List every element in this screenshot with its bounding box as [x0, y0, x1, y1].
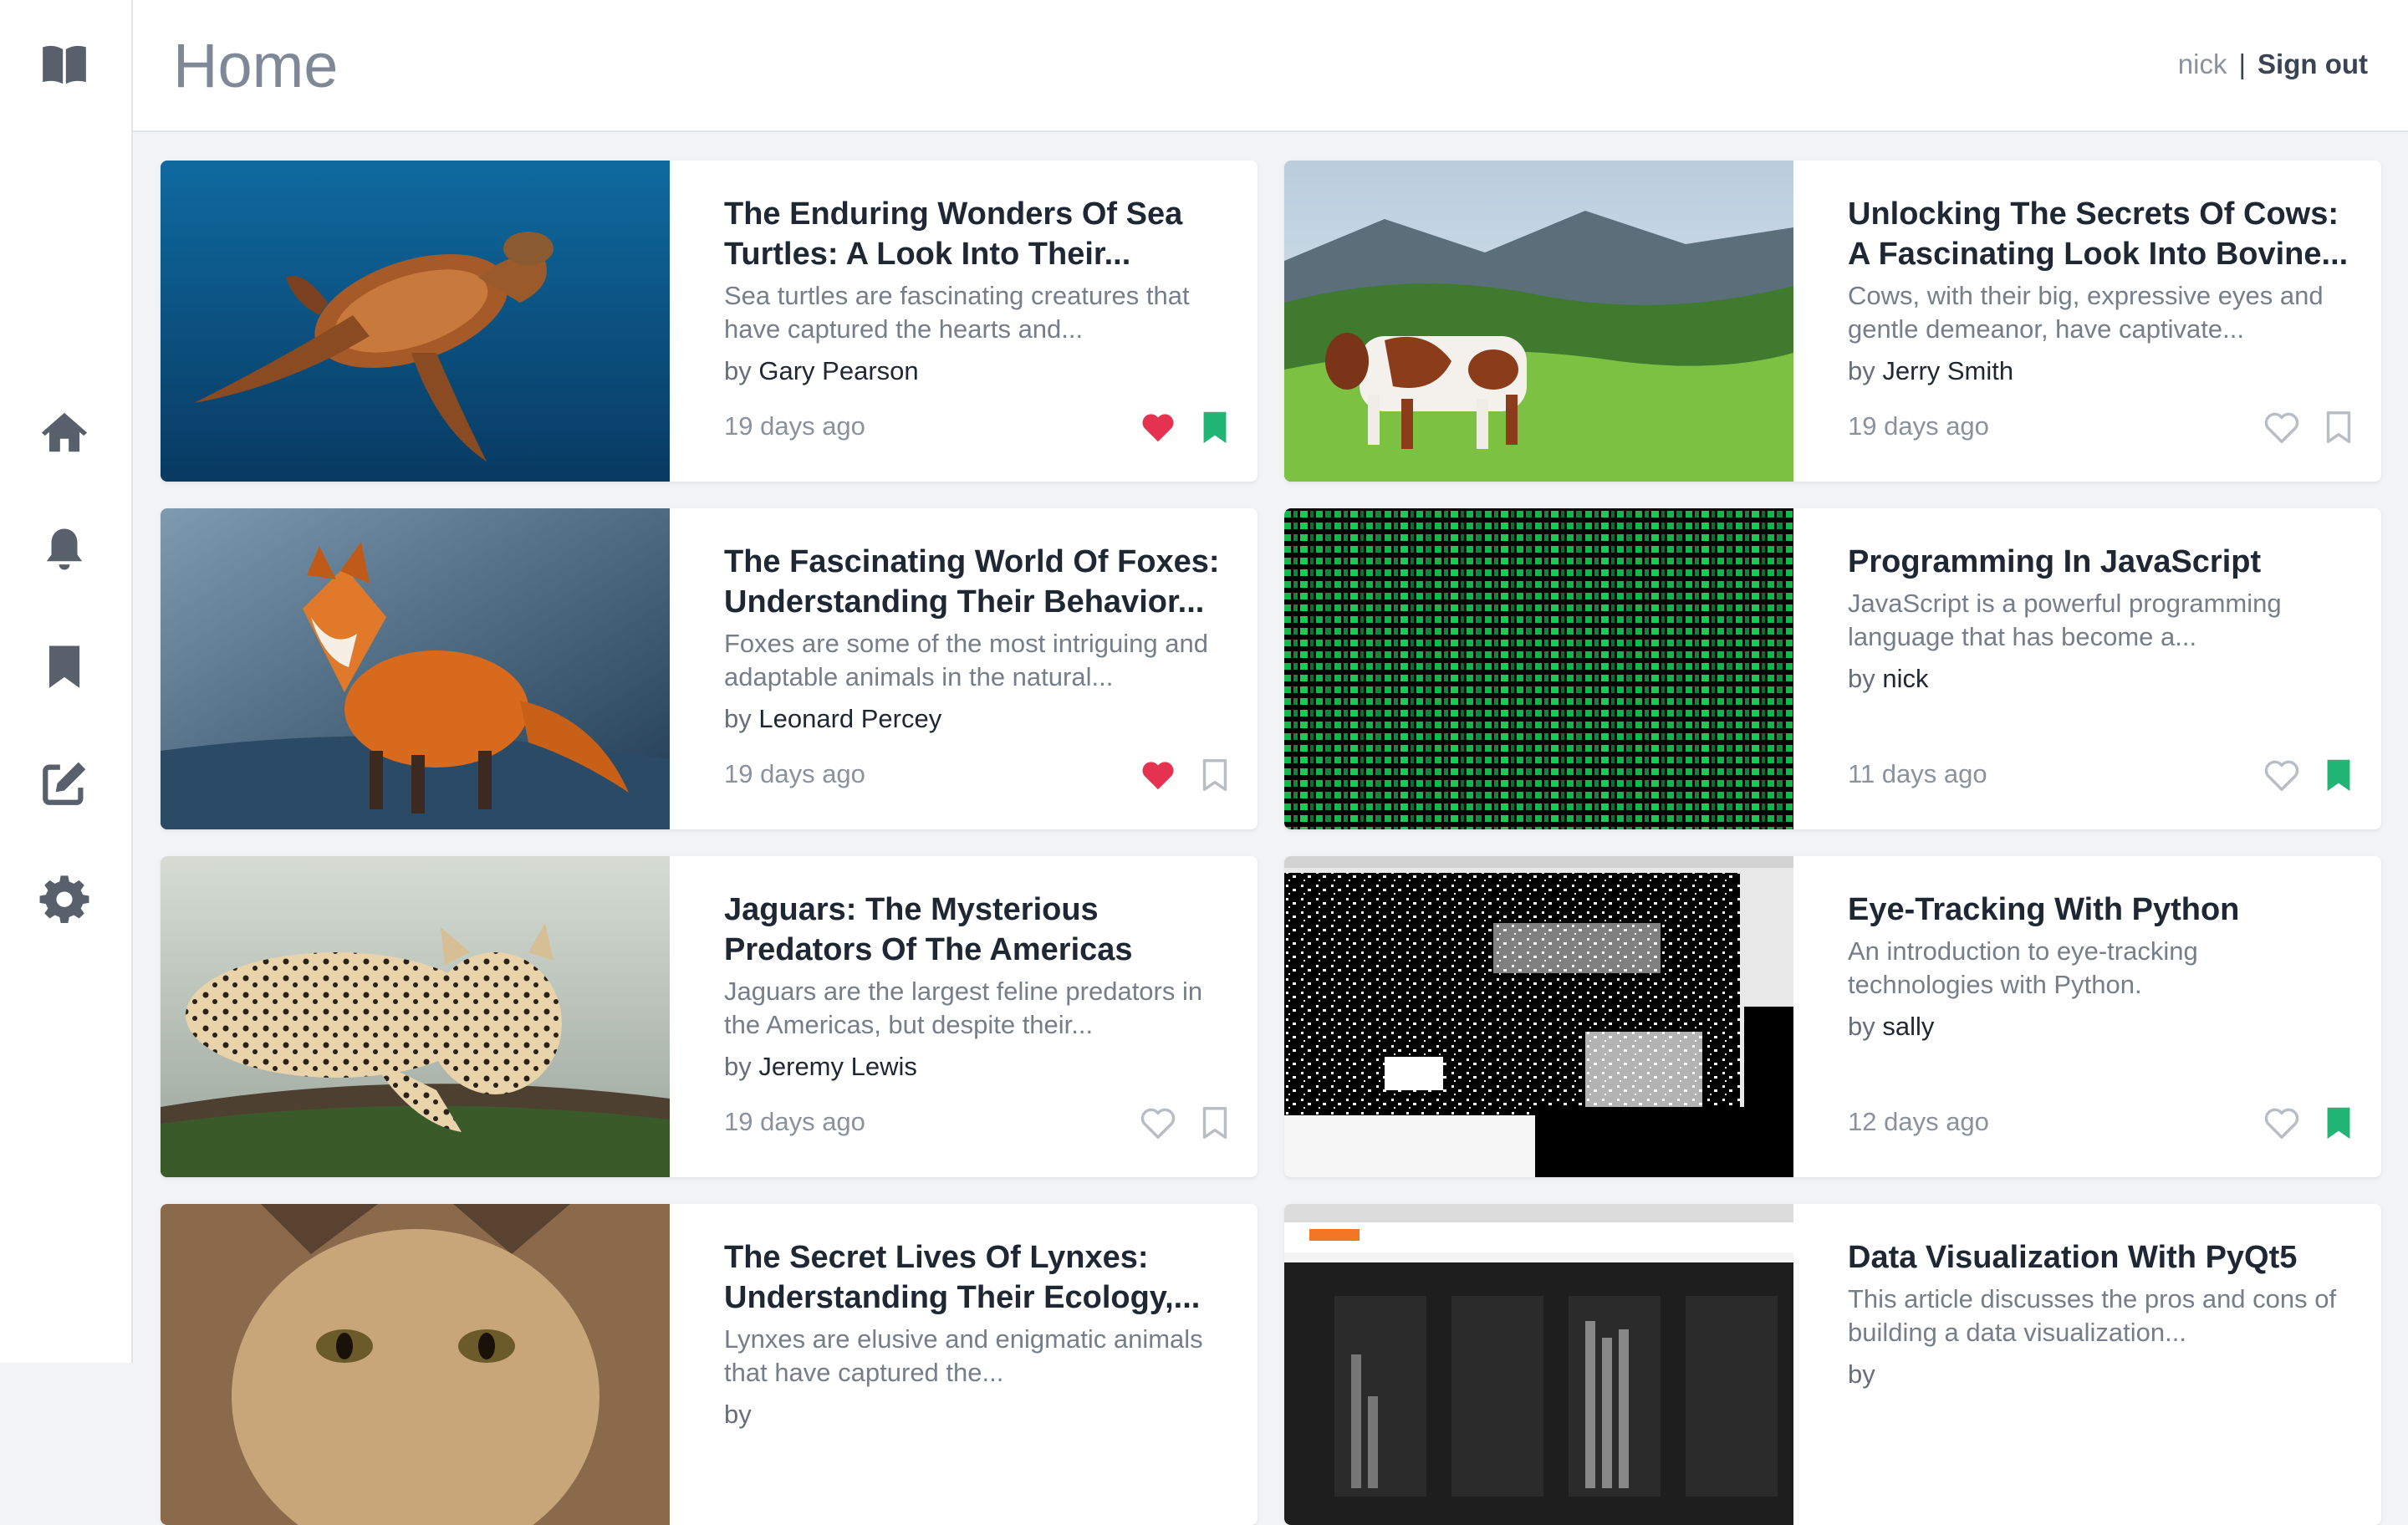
article-date: 11 days ago	[1848, 759, 1987, 788]
article-title[interactable]: Programming In JavaScript	[1848, 542, 2349, 582]
article-card[interactable]: Data Visualization With PyQt5 This artic…	[1284, 1204, 2381, 1525]
sidebar	[0, 0, 133, 1363]
article-date: 19 days ago	[724, 1107, 865, 1136]
article-author[interactable]: Jeremy Lewis	[758, 1052, 917, 1081]
article-date: 19 days ago	[724, 411, 865, 441]
by-label: by	[724, 704, 752, 733]
article-author[interactable]: Jerry Smith	[1882, 356, 2013, 385]
article-date: 12 days ago	[1848, 1107, 1989, 1136]
gear-icon[interactable]	[38, 875, 90, 926]
article-byline: by Leonard Percey	[724, 702, 1226, 736]
bookmark-icon[interactable]	[1196, 408, 1234, 446]
article-byline: by Jerry Smith	[1848, 354, 2349, 388]
by-label: by	[724, 1052, 752, 1081]
page-title: Home	[173, 31, 339, 100]
article-card[interactable]: Programming In JavaScript JavaScript is …	[1284, 508, 2381, 829]
article-excerpt: This article discusses the pros and cons…	[1848, 1284, 2337, 1347]
heart-outline-icon[interactable]	[2263, 756, 2301, 794]
bookmark-outline-icon[interactable]	[1196, 756, 1234, 794]
by-label: by	[724, 1400, 752, 1429]
article-title[interactable]: Jaguars: The Mysterious Predators Of The…	[724, 890, 1226, 970]
article-byline: by Jeremy Lewis	[724, 1050, 1226, 1084]
edit-icon[interactable]	[38, 757, 90, 809]
article-excerpt: An introduction to eye-tracking technolo…	[1848, 936, 2198, 999]
article-image[interactable]	[1284, 161, 1793, 482]
by-label: by	[724, 356, 752, 385]
article-excerpt: JavaScript is a powerful programming lan…	[1848, 589, 2282, 651]
bookmark-icon[interactable]	[38, 640, 90, 692]
article-excerpt: Sea turtles are fascinating creatures th…	[724, 281, 1190, 344]
article-image[interactable]	[161, 508, 670, 829]
heart-icon[interactable]	[1139, 756, 1177, 794]
article-image[interactable]	[161, 856, 670, 1177]
article-byline: by	[1848, 1358, 2349, 1391]
article-card[interactable]: The Fascinating World Of Foxes: Understa…	[161, 508, 1258, 829]
article-title[interactable]: The Fascinating World Of Foxes: Understa…	[724, 542, 1226, 622]
article-title[interactable]: Data Visualization With PyQt5	[1848, 1237, 2349, 1278]
article-card[interactable]: Unlocking The Secrets Of Cows: A Fascina…	[1284, 161, 2381, 482]
article-title[interactable]: Eye-Tracking With Python	[1848, 890, 2349, 930]
article-excerpt: Foxes are some of the most intriguing an…	[724, 629, 1208, 691]
article-byline: by Gary Pearson	[724, 354, 1226, 388]
bookmark-icon[interactable]	[2319, 1104, 2358, 1142]
article-byline: by sally	[1848, 1010, 2349, 1043]
article-card[interactable]: Eye-Tracking With Python An introduction…	[1284, 856, 2381, 1177]
book-logo-icon[interactable]	[38, 38, 90, 90]
article-image[interactable]	[1284, 1204, 1793, 1525]
article-image[interactable]	[1284, 856, 1793, 1177]
article-image[interactable]	[161, 1204, 670, 1525]
article-card[interactable]: Jaguars: The Mysterious Predators Of The…	[161, 856, 1258, 1177]
article-excerpt: Lynxes are elusive and enigmatic animals…	[724, 1324, 1203, 1387]
article-byline: by	[724, 1398, 1226, 1431]
user-separator: |	[2238, 48, 2247, 79]
article-date: 19 days ago	[1848, 411, 1989, 441]
user-menu: nick | Sign out	[2178, 47, 2368, 82]
top-bar: Home nick | Sign out	[133, 0, 2408, 132]
article-title[interactable]: The Enduring Wonders Of Sea Turtles: A L…	[724, 194, 1226, 274]
article-excerpt: Jaguars are the largest feline predators…	[724, 977, 1203, 1039]
bookmark-icon[interactable]	[2319, 756, 2358, 794]
article-author[interactable]: Gary Pearson	[758, 356, 918, 385]
article-card[interactable]: The Secret Lives Of Lynxes: Understandin…	[161, 1204, 1258, 1525]
heart-icon[interactable]	[1139, 408, 1177, 446]
article-author[interactable]: nick	[1882, 664, 1928, 693]
article-byline: by nick	[1848, 662, 2349, 696]
article-date: 19 days ago	[724, 759, 865, 788]
article-author[interactable]: sally	[1882, 1012, 1934, 1041]
article-title[interactable]: The Secret Lives Of Lynxes: Understandin…	[724, 1237, 1226, 1318]
by-label: by	[1848, 356, 1875, 385]
bell-icon[interactable]	[38, 523, 90, 575]
sign-out-link[interactable]: Sign out	[2258, 48, 2368, 79]
by-label: by	[1848, 1359, 1875, 1389]
article-author[interactable]: Leonard Percey	[758, 704, 941, 733]
article-card[interactable]: The Enduring Wonders Of Sea Turtles: A L…	[161, 161, 1258, 482]
bookmark-outline-icon[interactable]	[1196, 1104, 1234, 1142]
article-title[interactable]: Unlocking The Secrets Of Cows: A Fascina…	[1848, 194, 2349, 274]
by-label: by	[1848, 664, 1875, 693]
heart-outline-icon[interactable]	[1139, 1104, 1177, 1142]
username[interactable]: nick	[2178, 48, 2227, 79]
heart-outline-icon[interactable]	[2263, 408, 2301, 446]
article-image[interactable]	[161, 161, 670, 482]
by-label: by	[1848, 1012, 1875, 1041]
article-image[interactable]	[1284, 508, 1793, 829]
article-excerpt: Cows, with their big, expressive eyes an…	[1848, 281, 2324, 344]
home-icon[interactable]	[38, 406, 90, 458]
heart-outline-icon[interactable]	[2263, 1104, 2301, 1142]
bookmark-outline-icon[interactable]	[2319, 408, 2358, 446]
